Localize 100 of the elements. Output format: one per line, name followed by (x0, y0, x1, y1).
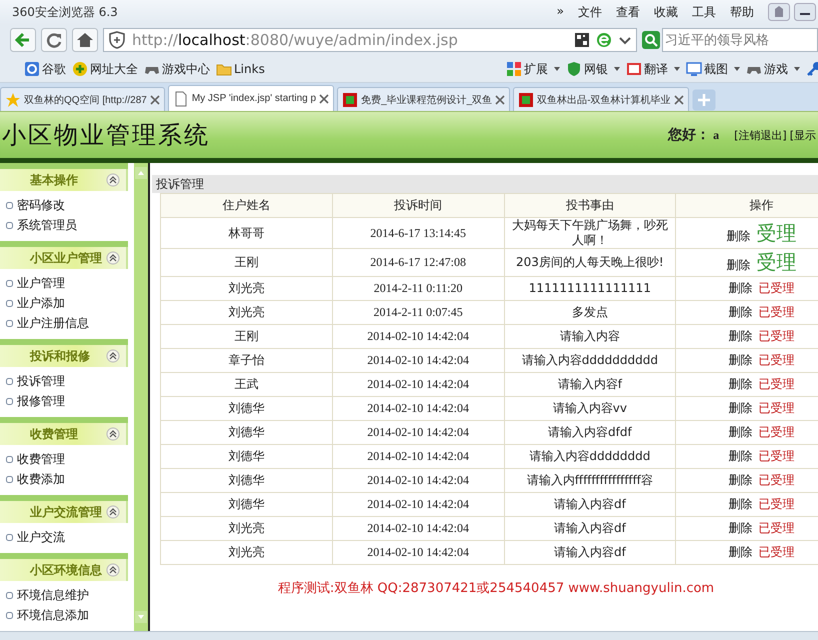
refresh-icon[interactable] (41, 28, 67, 52)
sidebar-link[interactable]: 业户添加 (17, 294, 65, 312)
bookmark-item[interactable]: 网址大全 (72, 60, 138, 78)
bookmark-item[interactable]: 游戏 (746, 60, 788, 78)
collapse-icon[interactable] (106, 173, 120, 187)
status-link[interactable]: 已受理 (758, 473, 795, 487)
caret-icon[interactable] (553, 65, 561, 73)
caret-icon[interactable] (673, 65, 681, 73)
browser-tab[interactable]: 双鱼林的QQ空间 [http://287 (0, 87, 165, 111)
close-icon[interactable] (150, 94, 160, 104)
collapse-icon[interactable] (106, 505, 120, 519)
caret-icon[interactable] (733, 65, 741, 73)
minimize-icon[interactable] (794, 3, 816, 21)
delete-link[interactable]: 删除 (728, 545, 753, 559)
menu-item[interactable]: 工具 (692, 4, 716, 20)
close-icon[interactable] (495, 94, 506, 104)
sidebar-link[interactable]: 收费添加 (17, 470, 65, 488)
sidebar-link[interactable]: 业户注册信息 (17, 314, 89, 332)
search-icon[interactable] (642, 31, 660, 49)
collapse-icon[interactable] (106, 563, 120, 577)
address-field[interactable]: http://localhost:8080/wuye/admin/index.jsp (103, 28, 637, 52)
delete-link[interactable]: 删除 (728, 329, 753, 343)
status-link[interactable]: 已受理 (758, 449, 795, 463)
delete-link[interactable]: 删除 (728, 353, 753, 367)
site-title: 小区物业管理系统 (1, 122, 210, 151)
browser-tab[interactable]: My JSP 'index.jsp' starting p (168, 85, 334, 111)
status-link[interactable]: 已受理 (758, 353, 795, 367)
status-link[interactable]: 已受理 (758, 305, 795, 319)
bullet-icon (6, 456, 13, 462)
collapse-icon[interactable] (106, 251, 120, 265)
sidebar-link[interactable]: 环境信息添加 (17, 606, 89, 624)
back-icon[interactable] (10, 28, 36, 52)
browser-tab[interactable]: 免费_毕业课程范例设计_双鱼 (337, 87, 510, 111)
status-link[interactable]: 已受理 (758, 329, 795, 343)
delete-link[interactable]: 删除 (728, 401, 753, 415)
qr-code-icon[interactable] (574, 32, 590, 48)
table-cell: 王武 (160, 372, 332, 396)
menu-item[interactable]: 查看 (616, 4, 640, 20)
menu-item[interactable]: 帮助 (730, 4, 754, 20)
delete-link[interactable]: 删除 (728, 449, 753, 463)
bullet-icon (6, 592, 13, 598)
sidebar-link[interactable]: 环境信息维护 (17, 586, 89, 604)
bookmark-item[interactable]: 截图 (686, 60, 728, 78)
sidebar-group-header[interactable]: 小区业户管理 (0, 247, 128, 269)
status-link[interactable]: 已受理 (758, 377, 795, 391)
table-cell: 刘光亮 (160, 516, 332, 540)
bookmark-item[interactable]: 网银 (566, 60, 608, 78)
status-link[interactable]: 已受理 (758, 401, 795, 415)
sidebar-link[interactable]: 投诉管理 (17, 372, 65, 390)
delete-link[interactable]: 删除 (728, 497, 753, 511)
bullet-icon (6, 300, 13, 306)
delete-link[interactable]: 删除 (726, 228, 751, 242)
delete-link[interactable]: 删除 (728, 305, 753, 319)
sidebar-group-header[interactable]: 小区环境信息 (0, 559, 128, 581)
sidebar-group-header[interactable]: 投诉和报修 (0, 345, 128, 367)
sidebar-group-header[interactable]: 业户交流管理 (0, 501, 128, 523)
sidebar-link[interactable]: 系统管理员 (17, 216, 77, 234)
delete-link[interactable]: 删除 (728, 377, 753, 391)
sidebar-link[interactable]: 报修管理 (17, 392, 65, 410)
header-link[interactable]: [显示 (790, 128, 816, 143)
menu-item[interactable]: 收藏 (654, 4, 678, 20)
status-link[interactable]: 已受理 (758, 281, 795, 295)
delete-link[interactable]: 删除 (728, 281, 753, 295)
menu-item[interactable]: » (556, 4, 564, 20)
collapse-icon[interactable] (106, 427, 120, 441)
bookmark-item[interactable]: 游戏中心 (144, 60, 210, 78)
status-link[interactable]: 已受理 (758, 497, 795, 511)
sidebar-group-header[interactable]: 收费管理 (0, 423, 128, 445)
delete-link[interactable]: 删除 (728, 473, 753, 487)
key-icon[interactable] (806, 61, 818, 77)
bookmark-item[interactable]: Links (216, 61, 265, 77)
browser-e-icon[interactable] (596, 32, 612, 48)
search-field[interactable]: 习近平的领导风格 (662, 28, 818, 52)
sidebar-link[interactable]: 密码修改 (17, 196, 65, 214)
status-link[interactable]: 已受理 (758, 545, 795, 559)
sidebar-group-header[interactable]: 基本操作 (0, 169, 128, 191)
collapse-icon[interactable] (106, 349, 120, 363)
accept-link[interactable]: 受理 (756, 220, 797, 244)
accept-link[interactable]: 受理 (756, 250, 797, 274)
menu-item[interactable]: 文件 (578, 4, 602, 20)
delete-link[interactable]: 删除 (728, 425, 753, 439)
header-link[interactable]: [注销退出] (734, 128, 787, 143)
sidebar-link[interactable]: 收费管理 (17, 450, 65, 468)
bookmark-item[interactable]: 扩展 (506, 60, 548, 78)
bookmark-item[interactable]: 翻译 (626, 60, 668, 78)
status-link[interactable]: 已受理 (758, 521, 795, 535)
bookmark-item[interactable]: 谷歌 (24, 60, 66, 78)
status-link[interactable]: 已受理 (758, 425, 795, 439)
table-cell: 1111111111111111 (504, 276, 676, 300)
caret-icon[interactable] (613, 65, 621, 73)
greeting-label: 您好： (668, 126, 710, 144)
table-cell: 2014-6-17 12:47:08 (332, 248, 504, 276)
home-icon[interactable] (72, 28, 98, 52)
caret-icon[interactable] (793, 65, 801, 73)
delete-link[interactable]: 删除 (726, 258, 751, 272)
close-icon[interactable] (674, 94, 684, 104)
browser-tab[interactable]: 双鱼林出品-双鱼林计算机毕业 (513, 87, 689, 111)
delete-link[interactable]: 删除 (728, 521, 753, 535)
sidebar-link[interactable]: 业户管理 (17, 274, 65, 292)
close-icon[interactable] (319, 94, 330, 104)
